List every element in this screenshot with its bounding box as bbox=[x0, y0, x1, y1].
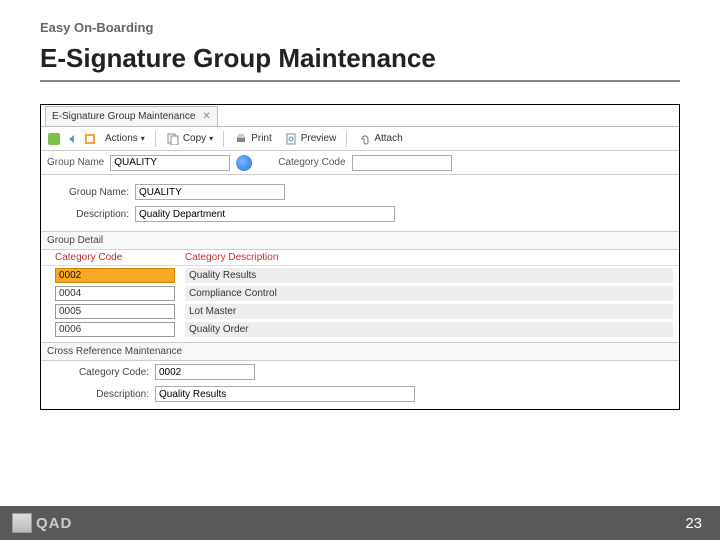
go-icon[interactable] bbox=[236, 155, 252, 171]
table-row[interactable]: 0005 Lot Master bbox=[41, 302, 679, 320]
grid-col-category-desc: Category Description bbox=[185, 252, 673, 263]
form-group-name-input[interactable] bbox=[135, 184, 285, 200]
logo-mark-icon bbox=[12, 513, 32, 533]
print-label: Print bbox=[251, 133, 272, 144]
table-row[interactable]: 0002 Quality Results bbox=[41, 266, 679, 284]
paperclip-icon bbox=[357, 132, 371, 146]
actions-label: Actions bbox=[105, 133, 138, 144]
form-description-input[interactable] bbox=[135, 206, 395, 222]
chevron-down-icon: ▾ bbox=[141, 134, 145, 143]
preview-icon bbox=[284, 132, 298, 146]
xref-description-label: Description: bbox=[55, 389, 155, 400]
search-group-name-label: Group Name bbox=[47, 157, 104, 168]
toolbar-separator bbox=[155, 131, 156, 147]
copy-label: Copy bbox=[183, 133, 206, 144]
form-group-name-label: Group Name: bbox=[55, 187, 135, 198]
xref-category-code-input[interactable] bbox=[155, 364, 255, 380]
toolbar-separator bbox=[346, 131, 347, 147]
xref-category-code-label: Category Code: bbox=[55, 367, 155, 378]
printer-icon bbox=[234, 132, 248, 146]
page-title: E-Signature Group Maintenance bbox=[40, 43, 680, 82]
preview-button[interactable]: Preview bbox=[280, 131, 341, 147]
section-xref: Cross Reference Maintenance bbox=[41, 342, 679, 361]
cell-category-desc: Quality Results bbox=[185, 268, 673, 283]
tab-esig-group-maint[interactable]: E-Signature Group Maintenance ✕ bbox=[45, 106, 218, 126]
eyebrow-text: Easy On-Boarding bbox=[40, 20, 680, 35]
attach-button[interactable]: Attach bbox=[353, 131, 406, 147]
cell-category-code[interactable]: 0005 bbox=[55, 304, 175, 319]
xref-description-input[interactable] bbox=[155, 386, 415, 402]
brand-text: QAD bbox=[36, 515, 72, 532]
search-group-name-input[interactable] bbox=[110, 155, 230, 171]
preview-label: Preview bbox=[301, 133, 337, 144]
chevron-down-icon: ▾ bbox=[209, 134, 213, 143]
grid-body: 0002 Quality Results 0004 Compliance Contro… bbox=[41, 266, 679, 338]
save-icon[interactable] bbox=[47, 132, 61, 146]
table-row[interactable]: 0006 Quality Order bbox=[41, 320, 679, 338]
toolbar-separator bbox=[223, 131, 224, 147]
search-category-code-label: Category Code bbox=[278, 157, 345, 168]
tab-bar: E-Signature Group Maintenance ✕ bbox=[41, 105, 679, 127]
close-icon[interactable]: ✕ bbox=[199, 111, 210, 122]
footer-bar: QAD 23 bbox=[0, 506, 720, 540]
form-description-label: Description: bbox=[55, 209, 135, 220]
cell-category-code[interactable]: 0006 bbox=[55, 322, 175, 337]
copy-icon bbox=[166, 132, 180, 146]
grid-col-category-code: Category Code bbox=[55, 252, 185, 263]
attach-label: Attach bbox=[374, 133, 402, 144]
tab-label: E-Signature Group Maintenance bbox=[52, 111, 195, 122]
search-bar: Group Name Category Code bbox=[41, 151, 679, 175]
cell-category-code[interactable]: 0004 bbox=[55, 286, 175, 301]
page-number: 23 bbox=[685, 515, 702, 532]
print-button[interactable]: Print bbox=[230, 131, 276, 147]
cell-category-desc: Lot Master bbox=[185, 304, 673, 319]
copy-button[interactable]: Copy ▾ bbox=[162, 131, 217, 147]
back-icon[interactable] bbox=[65, 132, 79, 146]
toolbar: Actions ▾ Copy ▾ Print Preview bbox=[41, 127, 679, 151]
new-icon[interactable] bbox=[83, 132, 97, 146]
app-window: E-Signature Group Maintenance ✕ Actions … bbox=[40, 104, 680, 410]
search-category-code-input[interactable] bbox=[352, 155, 452, 171]
cell-category-desc: Quality Order bbox=[185, 322, 673, 337]
section-group-detail: Group Detail bbox=[41, 231, 679, 250]
actions-button[interactable]: Actions ▾ bbox=[101, 132, 149, 145]
table-row[interactable]: 0004 Compliance Control bbox=[41, 284, 679, 302]
cell-category-code[interactable]: 0002 bbox=[55, 268, 175, 283]
grid-header: Category Code Category Description bbox=[41, 250, 679, 266]
brand-logo: QAD bbox=[12, 513, 72, 533]
cell-category-desc: Compliance Control bbox=[185, 286, 673, 301]
